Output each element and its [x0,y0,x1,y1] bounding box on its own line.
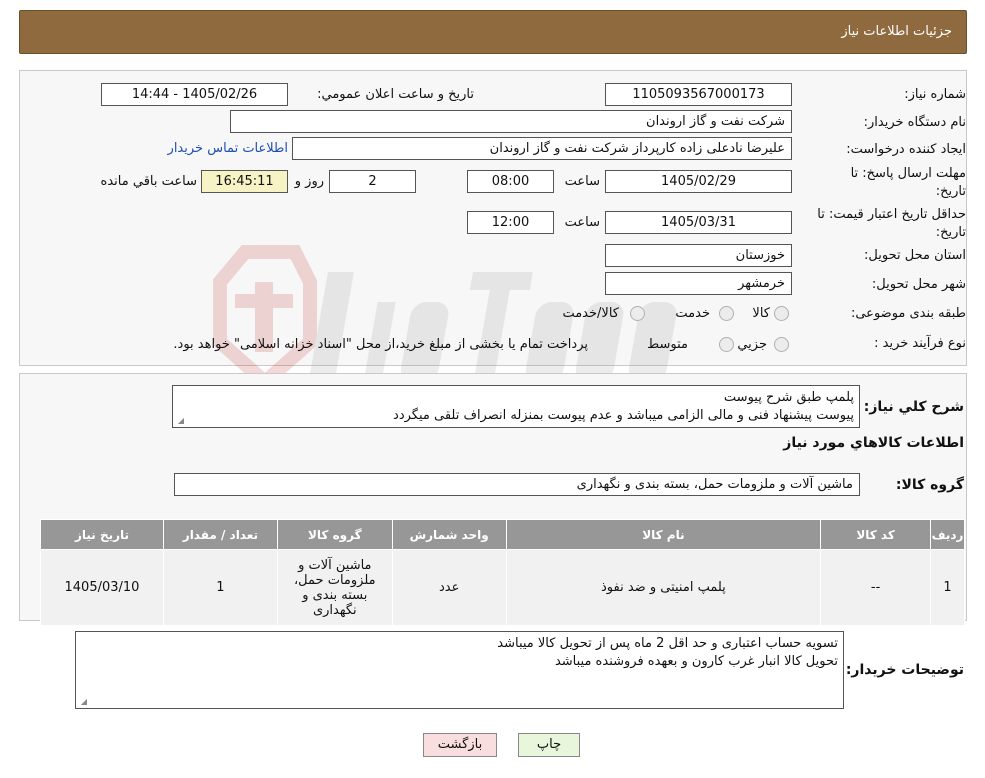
general-desc-label: شرح كلي نياز: [863,399,964,415]
col-header-item-code: كد كالا [820,519,932,550]
general-desc-line-2: پیوست پیشنهاد فنی و مالی الزامی میباشد و… [393,408,854,423]
col-header-unit: واحد شمارش [391,519,507,550]
city-label: شهر محل تحويل: [871,277,966,292]
cell-row-number: 1 [930,549,965,626]
validity-time-label: ساعت [564,215,600,230]
category-radio-service[interactable] [719,306,734,321]
category-label: طبقه بندی موضوعی: [850,306,966,321]
remaining-time-label: ساعت باقي مانده [100,174,197,189]
need-number-field: 1105093567000173 [605,83,792,106]
announce-label: تاریخ و ساعت اعلان عمومي: [317,87,474,102]
category-radio-goods-service[interactable] [630,306,645,321]
process-radio-medium[interactable] [719,337,734,352]
category-option-goods-service: کالا/خدمت [562,306,619,321]
item-group-label: گروه كالا: [895,477,964,493]
process-option-minor: جزيي [737,337,767,352]
category-radio-goods[interactable] [774,306,789,321]
resize-grip-icon[interactable]: ◢ [176,417,184,425]
buyer-org-field: شرکت نفت و گاز اروندان [230,110,792,133]
announce-datetime-field: 1405/02/26 - 14:44 [101,83,288,106]
process-option-medium: متوسط [647,337,688,352]
col-header-item-group: گروه كالا [276,519,393,550]
deadline-time-field: 08:00 [467,170,554,193]
col-header-row-number: رديف [930,519,965,550]
validity-time-field: 12:00 [467,211,554,234]
days-field: 2 [329,170,416,193]
deadline-time-label: ساعت [564,174,600,189]
city-field: خرمشهر [605,272,792,295]
category-option-goods: کالا [752,306,770,321]
validity-label-date: تاريخ: [935,225,966,240]
deadline-date-field: 1405/02/29 [605,170,792,193]
process-radio-minor[interactable] [774,337,789,352]
cell-unit: عدد [391,549,507,626]
resize-grip-icon[interactable]: ◢ [79,698,87,706]
back-button[interactable]: بازگشت [423,733,497,757]
buyer-notes-textarea[interactable]: تسویه حساب اعتباری و حد اقل 2 ماه پس از … [75,631,844,709]
col-header-quantity: تعداد / مقدار [162,519,278,550]
general-desc-textarea[interactable]: پلمپ طبق شرح پیوست پیوست پیشنهاد فنی و م… [172,385,860,428]
deadline-label-date: تاريخ: [935,184,966,199]
buyer-contact-link[interactable]: اطلاعات تماس خريدار [168,141,288,156]
need-number-label: شماره نیاز: [904,87,966,102]
buyer-notes-label: توضيحات خريدار: [845,662,964,678]
category-option-service: خدمت [675,306,710,321]
province-label: استان محل تحويل: [864,248,966,263]
buyer-org-label: نام دستگاه خريدار: [863,115,966,130]
process-label: نوع فرآيند خريد : [874,336,966,351]
validity-date-field: 1405/03/31 [605,211,792,234]
days-label: روز و [294,174,324,189]
page-title: جزئیات اطلاعات نیاز [841,24,952,39]
creator-field: عليرضا نادعلی زاده کارپرداز شرکت نفت و گ… [292,137,792,160]
items-table: رديف كد كالا نام كالا واحد شمارش گروه كا… [40,519,965,626]
cell-item-group: ماشین آلات و ملزومات حمل، بسته بندی و نگ… [276,549,393,626]
cell-item-code: -- [820,549,932,626]
creator-label: ايجاد کننده درخواست: [846,142,966,157]
items-section-title: اطلاعات كالاهاي مورد نياز [783,435,964,451]
deadline-label: مهلت ارسال پاسخ: تا [850,166,966,181]
cell-quantity: 1 [162,549,278,626]
print-button[interactable]: چاپ [518,733,580,757]
item-group-field: ماشین آلات و ملزومات حمل، بسته بندی و نگ… [174,473,860,496]
remaining-time-field: 16:45:11 [201,170,288,193]
buyer-notes-line-2: تحویل کالا انبار غرب کارون و بعهده فروشن… [554,654,838,669]
buyer-notes-line-1: تسویه حساب اعتباری و حد اقل 2 ماه پس از … [497,636,838,651]
page-header: جزئیات اطلاعات نیاز [19,10,967,54]
col-header-need-date: تاريخ نياز [40,519,164,550]
col-header-item-name: نام كالا [505,519,822,550]
province-field: خوزستان [605,244,792,267]
general-desc-line-1: پلمپ طبق شرح پیوست [723,390,854,405]
cell-item-name: پلمپ امنیتی و ضد نفوذ [505,549,822,626]
process-payment-note: پرداخت تمام يا بخشی از مبلغ خريد،از محل … [173,337,588,352]
table-row: 1 -- پلمپ امنیتی و ضد نفوذ عدد ماشین آلا… [40,549,965,626]
validity-label: حداقل تاريخ اعتبار قيمت: تا [817,207,966,222]
items-table-header-row: رديف كد كالا نام كالا واحد شمارش گروه كا… [40,519,965,550]
cell-need-date: 1405/03/10 [40,549,164,626]
